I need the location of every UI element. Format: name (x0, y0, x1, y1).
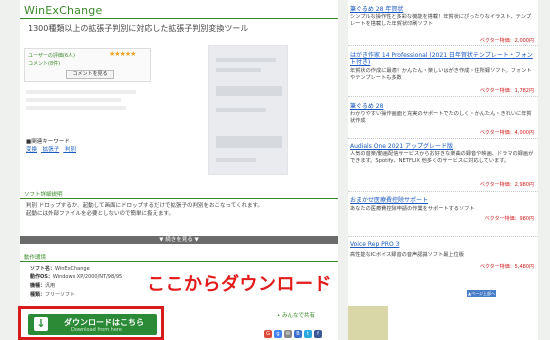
related-keywords: 変換 拡張子 判別 (26, 145, 80, 153)
blurred-text (26, 98, 121, 102)
screenshot-thumbnail[interactable] (208, 45, 288, 175)
twitter-icon[interactable]: t (304, 330, 312, 338)
sidebar-thumbnail[interactable] (348, 306, 388, 340)
sidebar-item-text: シンプルな操作性と多彩な機能を搭載！年賀状にぴったりなイラスト、テンプレートを搭… (350, 14, 532, 27)
download-highlight-frame: ↓ ダウンロードはこちら Download from here (18, 306, 164, 340)
sidebar-item-text: 人気の音楽/動画配信サービスからお好きな楽曲の録音や映画、ドラマの録画ができます… (350, 151, 534, 164)
sidebar-divider (348, 191, 538, 192)
spec-row: 動作OS：Windows XP/2000/NT/98/95 (30, 273, 122, 280)
rating-box: ユーザーの評価(6人) ★★★★★ コメント(8件) コメントを見る (24, 48, 151, 82)
sidebar-item-price: ベクター特価：1,782円 (479, 88, 534, 94)
sidebar-item-price: ベクター特価：980円 (484, 216, 534, 222)
sidebar-item-link[interactable]: おまかせ医療費控除サポート (350, 195, 428, 204)
spec-value: 汎用 (45, 283, 56, 289)
spec-label: ソフト名： (30, 266, 56, 272)
spec-row: 機種：汎用 (30, 282, 55, 289)
spec-value: Windows XP/2000/NT/98/95 (52, 274, 123, 280)
sidebar-item-link[interactable]: Audials One 2021 アップグレード版 (350, 141, 453, 150)
keyword-link[interactable]: 拡張子 (43, 147, 60, 153)
sidebar-item-link[interactable]: Voice Rep PRO 3 (350, 241, 399, 248)
environment-divider (20, 261, 338, 262)
spec-value: フリーソフト (45, 292, 76, 298)
sidebar-divider (348, 96, 538, 97)
spec-label: 動作OS： (30, 274, 53, 280)
share-label: • みんなで共有 (277, 313, 315, 319)
description-heading: ソフト詳細説明 (24, 192, 63, 198)
sidebar-divider (348, 236, 538, 237)
sidebar-item-link[interactable]: 筆ぐるめ 28 年賀状 (350, 4, 403, 13)
download-button[interactable]: ↓ ダウンロードはこちら Download from here (28, 314, 157, 335)
blurred-text (26, 106, 126, 110)
sidebar-item-price: ベクター特価：2,980円 (479, 182, 534, 188)
read-more-button[interactable]: ▼ 続きを見る ▼ (20, 236, 338, 244)
title-divider (20, 18, 338, 19)
description-line-2: 起動には外部ファイルを必要としないので簡単に扱えます。 (26, 211, 174, 217)
download-arrow-icon: ↓ (34, 317, 48, 331)
environment-heading: 動作環境 (24, 255, 47, 261)
view-comments-button[interactable]: コメントを見る (66, 70, 114, 79)
mail-icon[interactable]: ✉ (284, 330, 292, 338)
sidebar-item-price: ベクター特価：5,480円 (479, 264, 534, 270)
sidebar-item-text: 年賀状の作成に最適！かんたん・楽しいはがき作成・住所録ソフト。フォントやテンプレ… (350, 68, 532, 81)
sidebar-item-text: わかりやすい操作画面と充実のサポートでたのしく・かんたん・きれいに年賀状作成 (350, 111, 532, 124)
sidebar-item-text: あなたの医療費控除申請の作業をサポートするソフト (350, 206, 475, 212)
keyword-link[interactable]: 判別 (65, 147, 76, 153)
spec-label: 種類： (30, 292, 46, 298)
google-plus-icon[interactable]: G (264, 330, 272, 338)
description-line-1: 判別 ドロップするか、起動して画面にドロップするだけで拡張子の判別をおこなってく… (26, 203, 263, 209)
sidebar-item-price: ベクター特価：2,000円 (479, 38, 534, 44)
google-icon[interactable]: g (274, 330, 282, 338)
page-title: WinExChange (24, 4, 103, 17)
spec-value: WinExChange (55, 266, 90, 272)
facebook-icon[interactable]: f (314, 330, 322, 338)
page-subtitle: 1300種類以上の拡張子判別に対応した拡張子判別変換ツール (28, 24, 249, 33)
blurred-text (26, 90, 136, 94)
rating-label: ユーザーの評価(6人) (28, 53, 75, 59)
keyword-link[interactable]: 変換 (26, 147, 37, 153)
sidebar-item-link[interactable]: はがき作家 14 Professional (2021 日年賀状テンプレート・フ… (350, 52, 536, 66)
sidebar-divider (348, 138, 538, 139)
sidebar-item-text: 高性能なICボイス録音の音声認識ソフト最上位版 (350, 252, 464, 258)
sidebar-item-link[interactable]: 筆ぐるめ 28 (350, 101, 383, 110)
bookmark-icon[interactable]: B (294, 330, 302, 338)
star-rating-icon: ★★★★★ (109, 50, 136, 58)
sidebar-divider (348, 45, 538, 46)
sidebar-item-price: ベクター特価：4,000円 (479, 130, 534, 136)
sidebar: 筆ぐるめ 28 年賀状 シンプルな操作性と多彩な機能を搭載！年賀状にぴったりなイ… (348, 0, 538, 340)
spec-label: 機種： (30, 283, 46, 289)
back-to-top-button[interactable]: ▲ページ上部へ (467, 290, 496, 297)
related-keywords-heading: ■関連キーワード (26, 139, 70, 145)
page: WinExChange 1300種類以上の拡張子判別に対応した拡張子判別変換ツー… (0, 0, 550, 340)
spec-row: ソフト名：WinExChange (30, 265, 90, 272)
description-divider (20, 198, 338, 199)
download-annotation: ここからダウンロード (147, 274, 332, 295)
spec-row: 種類：フリーソフト (30, 291, 75, 298)
comment-count-link[interactable]: コメント(8件) (28, 60, 60, 67)
share-icons: Gg ✉ Bt f (264, 320, 324, 339)
download-button-sublabel: Download from here (71, 327, 122, 333)
